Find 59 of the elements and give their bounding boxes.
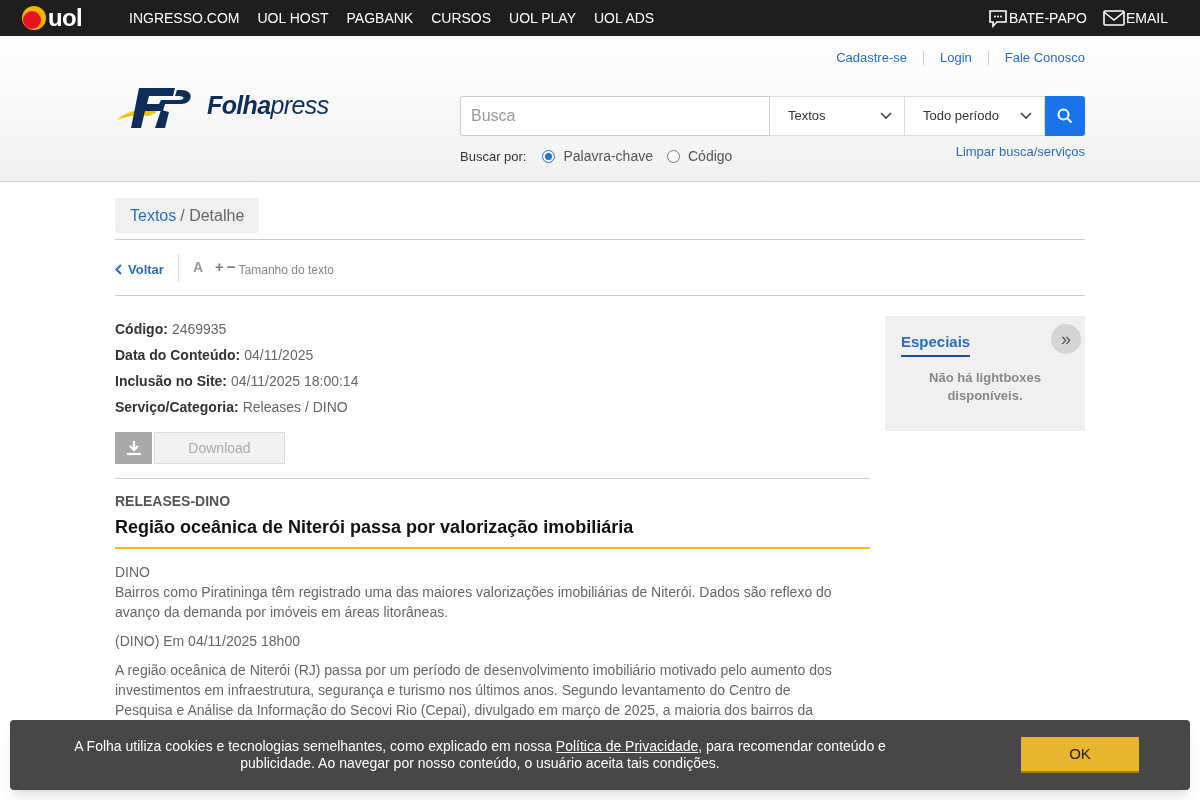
article-kicker: RELEASES-DINO [115,492,232,511]
brand-logo[interactable]: uol [48,6,83,30]
article-title: Região oceânica de Niterói passa por valorização imobiliária [115,516,635,539]
article-text-line: investimentos em infraestrutura, segurança e turismo nos últimos anos. Segundo levantamento do Centro de [115,681,792,700]
dropdown[interactable]: Textos [770,96,905,136]
back-link[interactable]: Voltar [115,259,164,280]
radio-button[interactable] [667,150,680,163]
clear-search-link[interactable]: Limpar busca/serviços [955,142,1085,162]
breadcrumb-current: / Detalhe [180,205,245,226]
specials-tab[interactable]: Especiais [901,331,971,357]
logo-text: Folhapress [207,90,329,122]
meta-value: 2469935 [171,319,227,339]
nav-link[interactable]: BATE-PAPO [1008,7,1087,29]
nav-link[interactable]: UOL ADS [594,7,655,29]
article-text-line: A região oceânica de Niterói (RJ) passa por um período de desenvolvimento imobiliário motivado pelo aumento dos [115,661,833,680]
text-size-label: Tamanho do texto [238,261,334,279]
logo-icon [22,6,46,30]
meta-value: 04/11/2025 [244,345,314,365]
nav-link[interactable]: EMAIL [1126,7,1168,29]
article-text-line: Pesquisa e Análise da Informação do Secovi Rio (Cepai), divulgado em março de 2025, a maioria dos bairros da [115,701,815,720]
dropdown[interactable]: Todo período [905,96,1045,136]
decrease-text-button[interactable]: − [226,256,236,279]
article-byline: DINO [115,563,151,582]
meta-label: Inclusão no Site: [115,371,227,391]
chevron-down-icon [1020,112,1032,120]
breadcrumb-link[interactable]: Textos [130,203,177,228]
expand-button[interactable]: » [1051,324,1081,354]
article-dateline: (DINO) Em 04/11/2025 18h00 [115,632,301,651]
article-summary: Bairros como Piratininga têm registrado uma das maiores valorizações imobiliárias de Niterói. Dados são reflexo do avanço da demanda por imóveis em áreas litorâneas. [115,583,833,622]
search-field[interactable]: Busca [460,96,770,136]
meta-label: Serviço/Categoria: [115,397,239,417]
nav-link[interactable]: UOL PLAY [509,7,576,29]
mail-icon [1103,9,1125,27]
chevron-left-icon [115,264,122,275]
cookie-message: A Folha utiliza cookies e tecnologias semelhantes, como explicado em nossa Política de Privacidade, para recomendar conteúdo e publicidade. Ao navegar por nosso conteúdo, o usuário aceita tais condições. [73,738,887,772]
font-size-icon: A [192,257,203,278]
nav-link[interactable]: INGRESSO.COM [129,7,240,29]
radio-label[interactable]: Código [688,146,733,167]
meta-value: Releases / DINO [242,397,348,417]
header-link[interactable]: Fale Conosco [1004,48,1085,68]
privacy-link[interactable]: Política de Privacidade [555,738,699,754]
radio-button[interactable] [542,150,556,163]
empty-message: Não há lightboxes disponíveis. [928,368,1042,405]
nav-link[interactable]: CURSOS [431,7,492,29]
increase-text-button[interactable]: + [215,256,224,279]
nav-link[interactable]: PAGBANK [346,7,414,29]
meta-value: 04/11/2025 18:00:14 [231,371,359,391]
meta-label: Data do Conteúdo: [115,345,241,365]
nav-link[interactable]: UOL HOST [257,7,329,29]
header-link[interactable]: Login [939,48,972,68]
chat-icon [987,8,1008,28]
header-link[interactable]: Cadastre-se [836,48,907,68]
search-icon [1057,108,1073,124]
meta-label: Código: [115,319,168,339]
chevron-down-icon [880,112,892,120]
radio-label[interactable]: Palavra-chave [563,146,653,167]
ok-button[interactable]: OK [1021,737,1139,773]
search-button[interactable] [1045,96,1085,136]
search-by-label: Buscar por: [460,147,527,166]
